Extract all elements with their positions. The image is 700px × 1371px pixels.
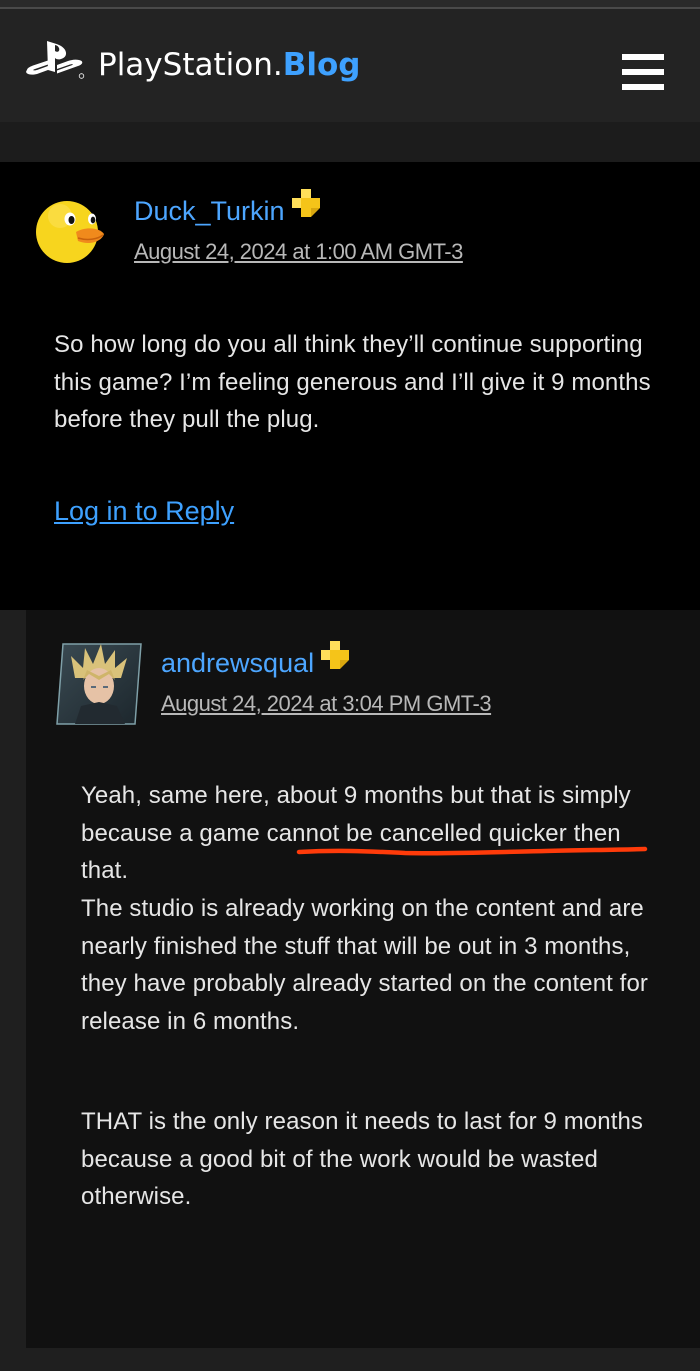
comment-text: The studio is already working on the con… — [81, 895, 648, 1035]
brand-name: PlayStation. — [98, 47, 283, 83]
reply-thread: andrewsqual August 24, 2024 at 3:04 PM G… — [0, 610, 700, 1371]
duck-avatar — [36, 201, 104, 263]
comment: Duck_Turkin August 24, 2024 at 1:00 AM G… — [0, 162, 700, 610]
ps-plus-icon — [321, 641, 350, 669]
comment-text: Yeah, same here, about 9 months but that… — [81, 782, 631, 884]
playstation-logo-icon[interactable] — [24, 39, 86, 83]
comment-author-link[interactable]: andrewsqual — [161, 641, 350, 680]
site-header: PlayStation.Blog — [0, 9, 700, 122]
brand-blog: Blog — [282, 47, 361, 83]
comment-text: THAT is the only reason it needs to last… — [81, 1108, 644, 1210]
top-border — [0, 0, 700, 9]
hamburger-menu-icon[interactable] — [622, 54, 664, 90]
comment-date-link[interactable]: August 24, 2024 at 1:00 AM GMT-3 — [134, 238, 463, 266]
character-avatar — [56, 643, 142, 725]
red-underline-annotation — [296, 846, 648, 856]
comment-author-link[interactable]: Duck_Turkin — [134, 189, 321, 228]
comment-date-link[interactable]: August 24, 2024 at 3:04 PM GMT-3 — [161, 690, 492, 718]
site-brand[interactable]: PlayStation.Blog — [98, 45, 360, 85]
comment-author: Duck_Turkin — [134, 196, 285, 226]
comment-text: So how long do you all think they’ll con… — [54, 331, 651, 433]
comment-reply: andrewsqual August 24, 2024 at 3:04 PM G… — [26, 610, 700, 1348]
ps-plus-icon — [291, 189, 320, 217]
log-in-to-reply-link[interactable]: Log in to Reply — [54, 494, 234, 528]
section-gap — [0, 122, 700, 162]
comment-author: andrewsqual — [161, 648, 315, 678]
